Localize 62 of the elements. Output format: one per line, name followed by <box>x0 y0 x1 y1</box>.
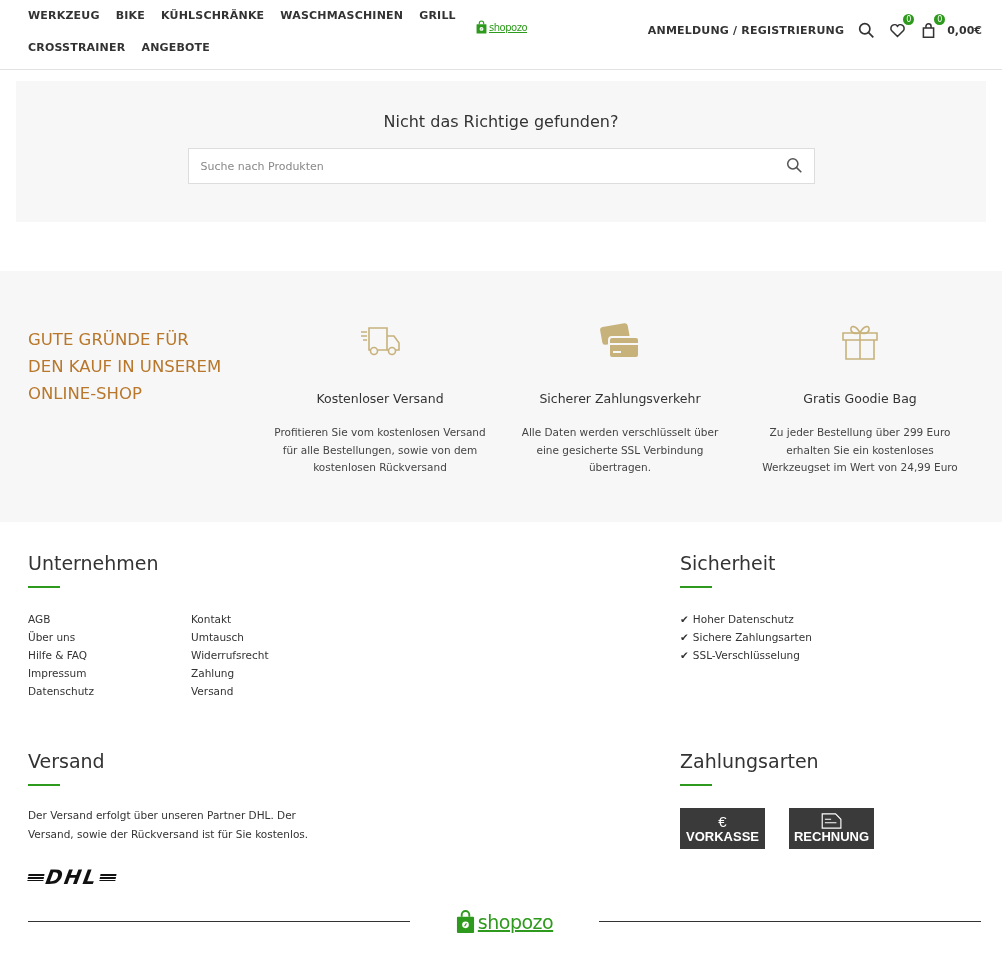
footer-link[interactable]: Impressum <box>28 664 191 682</box>
feature-text: kostenlosen Rückversand <box>312 460 448 475</box>
footer-heading: Zahlungsarten <box>680 750 820 772</box>
footer-link[interactable]: AGB <box>28 610 191 628</box>
feature-text: für alle Bestellungen, sowie von dem <box>281 442 479 458</box>
search-icon[interactable] <box>785 157 803 174</box>
feature-text: Profitieren Sie vom kostenlosen Versand <box>274 425 486 440</box>
check-mark: ✔ <box>680 612 689 627</box>
wishlist-count: 0 <box>903 13 915 25</box>
search-field[interactable]: Suche nach Produkten <box>187 148 815 184</box>
payment-method-badge: € VORKASSE <box>680 808 765 849</box>
footer-link[interactable]: Umtausch <box>191 628 354 646</box>
feature-title: Kostenloser Versand <box>316 391 444 406</box>
cart-count: 0 <box>934 13 946 25</box>
footer-link[interactable]: Versand <box>191 682 354 700</box>
security-item: SSL-Verschlüsselung <box>692 648 800 663</box>
feature-text: Werkzeugset im Wert von 24,99 Euro <box>762 460 958 475</box>
search-icon[interactable] <box>858 21 876 39</box>
reasons-heading: ONLINE-SHOP <box>28 383 143 405</box>
check-mark: ✔ <box>680 630 689 645</box>
reasons-heading: DEN KAUF IN UNSEREM <box>28 356 223 378</box>
feature-text: Alle Daten werden verschlüsselt über <box>521 425 719 440</box>
shipping-text: Versand, sowie der Rückversand ist für Sie kostenlos. <box>28 826 310 842</box>
security-item: Hoher Datenschutz <box>692 612 794 627</box>
feature-title: Sicherer Zahlungsverkehr <box>539 391 701 406</box>
footer-link[interactable]: Datenschutz <box>28 682 191 700</box>
footer-link[interactable]: Über uns <box>28 628 191 646</box>
feature-text: erhalten Sie ein kostenloses <box>785 442 935 458</box>
shop-logo-text: shopozo <box>477 910 554 933</box>
search-title: Nicht das Richtige gefunden? <box>383 112 619 131</box>
carrier-logo: DHL <box>25 865 119 889</box>
document-icon <box>820 813 843 829</box>
footer-heading: Versand <box>28 750 106 772</box>
euro-sign: € <box>718 813 727 829</box>
feature-text: eine gesicherte SSL Verbindung <box>535 442 705 458</box>
footer-link[interactable]: Kontakt <box>191 610 354 628</box>
nav-link[interactable]: WASCHMASCHINEN <box>280 0 404 32</box>
footer-link[interactable]: Hilfe & FAQ <box>28 646 191 664</box>
security-item: Sichere Zahlungsarten <box>692 630 812 645</box>
heart-icon[interactable] <box>889 21 907 39</box>
account-link[interactable]: ANMELDUNG / REGISTRIERUNG <box>647 23 845 37</box>
feature-text: Zu jeder Bestellung über 299 Euro <box>768 425 952 440</box>
nav-link[interactable]: CROSSTRAINER <box>28 32 126 64</box>
reasons-heading: GUTE GRÜNDE FÜR <box>28 329 190 351</box>
shopping-bag-logo-icon <box>476 20 487 34</box>
feature-text: übertragen. <box>587 460 653 475</box>
shop-logo-text[interactable]: shopozo <box>489 21 527 33</box>
nav-link[interactable]: ANGEBOTE <box>141 32 211 64</box>
check-mark: ✔ <box>680 648 689 663</box>
feature-title: Gratis Goodie Bag <box>803 391 917 406</box>
cart-total[interactable]: 0,00€ <box>947 23 982 37</box>
nav-link[interactable]: KÜHLSCHRÄNKE <box>161 0 265 32</box>
nav-link[interactable]: WERKZEUG <box>28 0 100 32</box>
shipping-text: Der Versand erfolgt über unseren Partner DHL. Der <box>28 808 297 823</box>
nav-link[interactable]: GRILL <box>419 0 456 32</box>
nav-link[interactable]: BIKE <box>115 0 146 32</box>
footer-heading: Sicherheit <box>680 552 777 574</box>
payment-method-badge: RECHNUNG <box>789 808 874 849</box>
shopping-bag-logo-icon <box>455 909 475 934</box>
footer-heading: Unternehmen <box>28 552 160 574</box>
footer-link[interactable]: Zahlung <box>191 664 354 682</box>
footer-link[interactable]: Widerrufsrecht <box>191 646 354 664</box>
